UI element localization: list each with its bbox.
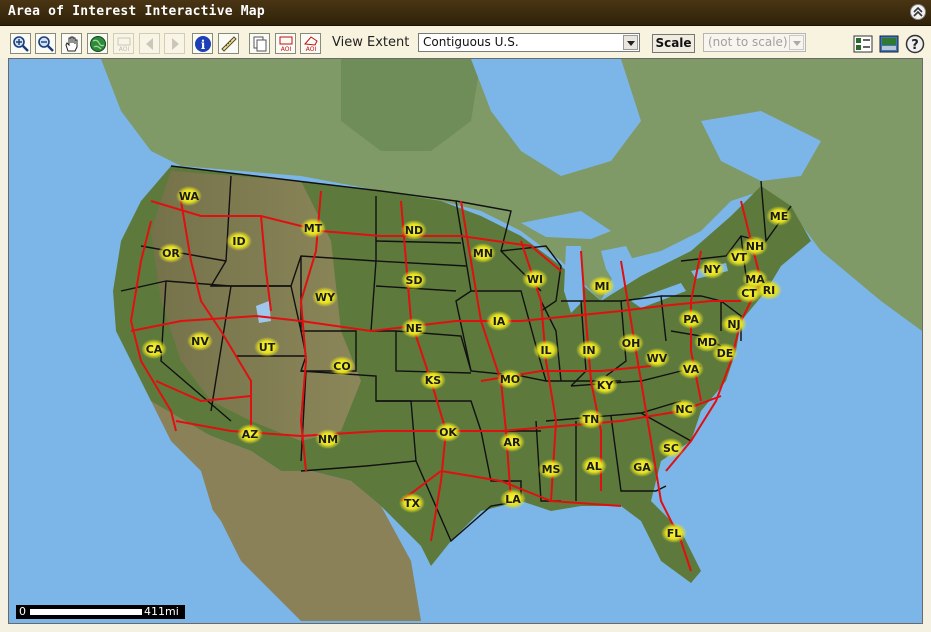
state-label-ma: MA bbox=[745, 273, 765, 286]
full-extent-button[interactable] bbox=[87, 33, 108, 54]
copy-icon bbox=[253, 36, 267, 52]
help-button[interactable]: ? bbox=[904, 33, 925, 54]
state-label-nm: NM bbox=[318, 433, 338, 446]
state-label-pa: PA bbox=[683, 313, 699, 326]
back-arrow-icon bbox=[146, 38, 153, 50]
zoom-in-button[interactable] bbox=[10, 33, 31, 54]
collapse-button[interactable] bbox=[910, 4, 926, 20]
layers-button[interactable] bbox=[852, 33, 873, 54]
svg-text:i: i bbox=[201, 38, 206, 52]
view-extent-select[interactable]: Contiguous U.S. bbox=[418, 33, 640, 52]
state-label-sd: SD bbox=[405, 274, 422, 287]
state-label-ia: IA bbox=[493, 315, 506, 328]
svg-text:AOI: AOI bbox=[306, 46, 317, 53]
view-extent-value: Contiguous U.S. bbox=[423, 35, 519, 49]
state-label-nv: NV bbox=[191, 335, 209, 348]
pan-hand-icon bbox=[65, 36, 78, 52]
scale-bar: 0 411mi bbox=[16, 605, 185, 619]
state-label-id: ID bbox=[232, 235, 245, 248]
svg-text:AOI: AOI bbox=[281, 46, 292, 53]
state-label-az: AZ bbox=[242, 428, 259, 441]
state-label-co: CO bbox=[333, 360, 350, 373]
state-label-ca: CA bbox=[146, 343, 163, 356]
state-label-nj: NJ bbox=[727, 318, 740, 331]
state-label-me: ME bbox=[770, 210, 788, 223]
pan-button[interactable] bbox=[61, 33, 82, 54]
overview-map-icon bbox=[879, 35, 899, 53]
state-label-la: LA bbox=[505, 493, 521, 506]
state-label-ne: NE bbox=[406, 322, 423, 335]
map-canvas[interactable]: WA OR CA ID NV MT WY UT AZ CO NM ND SD NE KS OK TX MN IA MO… bbox=[8, 58, 923, 624]
scale-value: (not to scale) bbox=[708, 35, 788, 49]
state-label-ut: UT bbox=[259, 341, 276, 354]
layers-icon bbox=[853, 35, 873, 53]
state-label-ga: GA bbox=[633, 461, 651, 474]
globe-full-extent-icon bbox=[90, 36, 106, 52]
aoi-box-button[interactable]: AOI bbox=[275, 33, 296, 54]
state-label-de: DE bbox=[717, 347, 734, 360]
state-label-ky: KY bbox=[597, 379, 615, 392]
state-label-mt: MT bbox=[304, 222, 323, 235]
state-label-sc: SC bbox=[663, 442, 679, 455]
zoom-in-icon bbox=[13, 36, 29, 52]
state-label-va: VA bbox=[683, 363, 700, 376]
state-label-nc: NC bbox=[675, 403, 692, 416]
state-label-wy: WY bbox=[315, 291, 336, 304]
state-label-ms: MS bbox=[542, 463, 561, 476]
overview-map-button[interactable] bbox=[878, 33, 899, 54]
state-label-mn: MN bbox=[473, 247, 493, 260]
state-label-or: OR bbox=[162, 247, 180, 260]
chevron-down-icon[interactable] bbox=[789, 35, 804, 50]
map-svg: WA OR CA ID NV MT WY UT AZ CO NM ND SD NE KS OK TX MN IA MO… bbox=[9, 59, 922, 623]
state-label-mi: MI bbox=[594, 280, 609, 293]
forward-button[interactable] bbox=[164, 33, 185, 54]
forward-arrow-icon bbox=[172, 38, 179, 50]
state-label-md: MD bbox=[697, 336, 717, 349]
title-bar: Area of Interest Interactive Map bbox=[0, 0, 931, 26]
svg-text:AOI: AOI bbox=[119, 46, 130, 53]
aoi-polygon-button[interactable]: AOI bbox=[300, 33, 321, 54]
help-icon: ? bbox=[905, 34, 925, 54]
aoi-button-disabled[interactable]: AOI bbox=[113, 33, 134, 54]
scale-button[interactable]: Scale bbox=[652, 34, 695, 53]
window-title: Area of Interest Interactive Map bbox=[8, 4, 265, 19]
state-label-fl: FL bbox=[667, 527, 682, 540]
measure-ruler-icon bbox=[221, 36, 237, 52]
view-extent-label: View Extent bbox=[332, 35, 410, 50]
state-label-tn: TN bbox=[583, 413, 600, 426]
state-label-ks: KS bbox=[425, 374, 442, 387]
state-label-wi: WI bbox=[527, 273, 543, 286]
state-label-al: AL bbox=[586, 460, 602, 473]
state-label-tx: TX bbox=[404, 497, 421, 510]
copy-button[interactable] bbox=[249, 33, 270, 54]
zoom-out-icon bbox=[38, 36, 54, 52]
state-label-ny: NY bbox=[703, 263, 721, 276]
chevron-down-icon[interactable] bbox=[623, 35, 638, 50]
measure-button[interactable] bbox=[218, 33, 239, 54]
state-label-ok: OK bbox=[439, 426, 457, 439]
scale-select[interactable]: (not to scale) bbox=[703, 33, 806, 52]
state-label-in: IN bbox=[582, 344, 595, 357]
state-label-wa: WA bbox=[179, 190, 200, 203]
identify-button[interactable]: i bbox=[192, 33, 213, 54]
svg-text:?: ? bbox=[911, 38, 919, 53]
back-button[interactable] bbox=[139, 33, 160, 54]
info-icon: i bbox=[195, 36, 211, 52]
aoi-polygon-icon: AOI bbox=[303, 36, 318, 53]
zoom-out-button[interactable] bbox=[35, 33, 56, 54]
chevron-up-icon bbox=[913, 7, 923, 17]
state-label-ar: AR bbox=[504, 436, 522, 449]
state-label-mo: MO bbox=[500, 373, 520, 386]
aoi-box-icon: AOI bbox=[279, 36, 293, 53]
scale-bar-segment bbox=[30, 609, 142, 615]
state-label-oh: OH bbox=[622, 337, 641, 350]
state-label-il: IL bbox=[540, 344, 551, 357]
state-label-wv: WV bbox=[647, 352, 668, 365]
state-label-nh: NH bbox=[746, 240, 764, 253]
aoi-disabled-icon: AOI bbox=[117, 37, 131, 53]
scale-distance: 411mi bbox=[144, 605, 179, 618]
scale-start: 0 bbox=[19, 605, 26, 618]
state-label-nd: ND bbox=[405, 224, 423, 237]
